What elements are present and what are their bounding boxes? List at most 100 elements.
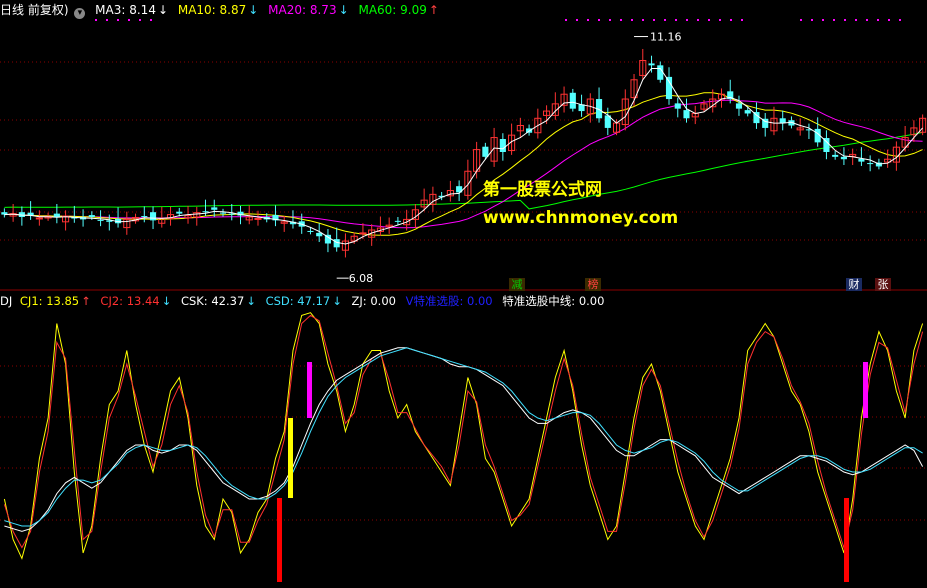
candle-body-down	[97, 219, 104, 221]
ma60-arrow-icon: ↑	[428, 3, 439, 17]
v-select-value: V特准选股: 0.00	[406, 294, 493, 308]
cj1-value: CJ1: 13.85 ↑	[20, 294, 91, 308]
candle-body-down	[735, 103, 743, 109]
event-dot	[811, 19, 813, 21]
cj1-number: 13.85	[46, 294, 80, 308]
event-dot	[730, 19, 732, 21]
event-dot	[888, 19, 890, 21]
candle-body-down	[88, 215, 95, 217]
csk-value: CSK: 42.37 ↓	[181, 294, 256, 308]
candle-body-down	[657, 65, 664, 80]
cj2-number: 13.44	[126, 294, 160, 308]
event-dot	[631, 19, 633, 21]
candle-body-down	[176, 211, 183, 214]
series-cj1-line	[3, 312, 924, 560]
indicator-name: DJ	[0, 294, 13, 308]
event-dot	[598, 19, 600, 21]
watermark-title: 第一股票公式网	[483, 180, 602, 200]
ma20-value: MA20: 8.73 ↓	[268, 3, 348, 17]
ma60-line	[4, 131, 923, 210]
chart-period-label: 日线 前复权)	[0, 3, 69, 17]
event-dot	[128, 19, 130, 21]
event-dot	[719, 19, 721, 21]
candle-body-up	[35, 217, 43, 220]
event-dot	[587, 19, 589, 21]
event-dot	[866, 19, 868, 21]
ma3-arrow-icon: ↓	[157, 3, 169, 17]
event-dot	[844, 19, 846, 21]
indicator-header: DJ CJ1: 13.85 ↑ CJ2: 13.44 ↓ CSK: 42.37 ↓ C…	[0, 293, 610, 309]
main-chart-header: 日线 前复权) ▾ MA3: 8.14 ↓ MA10: 8.87 ↓ MA20: 8…	[0, 2, 445, 19]
ma20-arrow-icon: ↓	[338, 3, 349, 17]
candle-body-down	[832, 154, 839, 157]
candle-body-up	[254, 217, 262, 220]
event-dot	[686, 19, 688, 21]
event-dot	[800, 19, 802, 21]
candle-body-down	[211, 207, 218, 210]
event-dot	[664, 19, 666, 21]
candle-body-down	[867, 163, 874, 165]
signal-bar-magenta	[863, 362, 868, 418]
csk-number: 42.37	[211, 294, 245, 308]
ma10-value: MA10: 8.87 ↓	[178, 3, 258, 17]
candle-body-down	[228, 213, 235, 215]
signal-bar-red	[277, 498, 282, 582]
candle-body-down	[840, 156, 847, 160]
low-price-label: 6.08	[349, 272, 374, 285]
event-dot	[609, 19, 611, 21]
ma10-line	[4, 92, 923, 236]
watermark-url: www.chnmoney.com	[483, 208, 679, 228]
csd-label: CSD:	[265, 294, 294, 308]
cj1-arrow-icon: ↑	[81, 294, 91, 308]
series-csk-line	[4, 347, 924, 532]
candlestick-series	[1, 48, 927, 258]
event-dot	[106, 19, 108, 21]
event-marker-board[interactable]: 榜	[585, 278, 601, 291]
event-dot	[697, 19, 699, 21]
ma3-value: MA3: 8.14 ↓	[95, 3, 168, 17]
candle-body-down	[141, 216, 148, 218]
mid-select-label: 特准选股中线:	[502, 294, 576, 308]
event-dot	[150, 19, 152, 21]
settings-circle-icon[interactable]: ▾	[74, 8, 86, 19]
csd-number: 47.17	[297, 294, 331, 308]
event-dot	[822, 19, 824, 21]
ma10-number: 8.87	[219, 3, 247, 17]
candle-body-down	[307, 230, 314, 232]
candle-body-down	[499, 139, 506, 152]
candle-body-down	[202, 211, 209, 213]
candle-body-down	[665, 76, 673, 100]
csk-label: CSK:	[180, 294, 208, 308]
event-marker-raise[interactable]: 张	[875, 278, 891, 291]
event-dot	[855, 19, 857, 21]
mid-select-value: 特准选股中线: 0.00	[502, 294, 604, 308]
csd-value: CSD: 47.17 ↓	[266, 294, 342, 308]
csk-arrow-icon: ↓	[246, 294, 256, 308]
event-marker-finance[interactable]: 财	[846, 278, 862, 291]
indicator-series	[3, 312, 924, 560]
event-dot	[653, 19, 655, 21]
candle-body-down	[683, 110, 690, 119]
event-dot	[565, 19, 567, 21]
cj1-label: CJ1:	[19, 294, 43, 308]
ma60-path	[4, 131, 923, 210]
candle-body-down	[394, 220, 401, 222]
event-dot	[95, 19, 97, 21]
zj-number: 0.00	[370, 294, 396, 308]
signal-bar-magenta	[307, 362, 312, 418]
candle-body-down	[219, 212, 227, 214]
candle-body-down	[569, 92, 576, 109]
event-marker-reduce[interactable]: 减	[509, 278, 525, 291]
v-select-label: V特准选股:	[405, 294, 464, 308]
signal-bars	[277, 362, 868, 582]
ma10-path	[4, 92, 923, 236]
series-cj2-line	[3, 314, 924, 550]
event-dot	[899, 19, 901, 21]
ma20-label: MA20:	[268, 3, 307, 17]
signal-bar-yellow	[288, 418, 293, 498]
grid-lines	[0, 61, 927, 521]
ma60-value: MA60: 9.09 ↑	[358, 3, 438, 17]
event-dot	[620, 19, 622, 21]
cj2-arrow-icon: ↓	[161, 294, 172, 308]
cj2-label: CJ2:	[100, 294, 124, 308]
